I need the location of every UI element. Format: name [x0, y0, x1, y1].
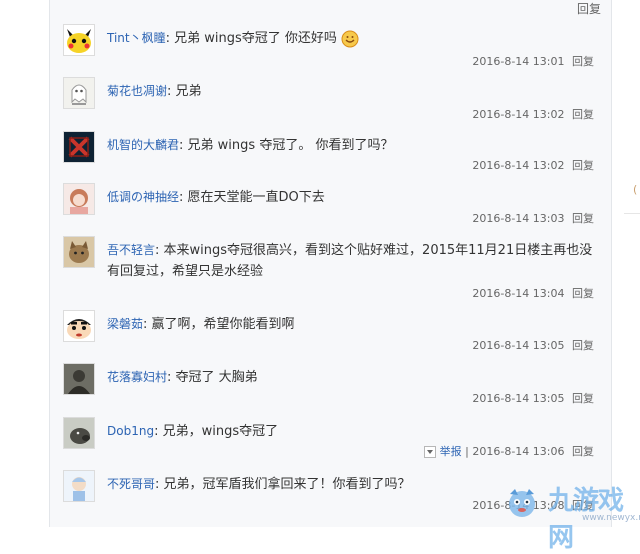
separator: :	[167, 84, 172, 99]
reply-content: Tint丶枫瞳: 兄弟 wings夺冠了 你还好吗	[107, 28, 594, 49]
reply-meta: 2016-8-14 13:02 回复	[472, 157, 594, 173]
reply-item: 低调の神抽经: 愿在天堂能一直DO下去 2016-8-14 13:03 回复	[63, 183, 594, 231]
reply-text: 兄弟	[175, 84, 202, 99]
reply-content: 吾不轻言: 本来wings夺冠很高兴，看到这个贴好难过，2015年11月21日楼…	[107, 240, 594, 282]
reply-text: 兄弟 wings夺冠了 你还好吗	[174, 31, 337, 46]
separator: :	[143, 317, 148, 332]
reply-button[interactable]: 回复	[572, 287, 594, 300]
reply-item: 梁磐茹: 赢了啊，希望你能看到啊 2016-8-14 13:05 回复	[63, 310, 594, 358]
reply-content: 机智的大麟君: 兄弟 wings 夺冠了。 你看到了吗？	[107, 135, 594, 156]
report-link[interactable]: 举报	[440, 445, 462, 458]
separator: :	[165, 31, 170, 46]
smile-emoji-icon	[341, 30, 359, 47]
reply-item: Dob1ng: 兄弟，wings夺冠了 举报 | 2016-8-14 13:06…	[63, 417, 594, 465]
girl-avatar[interactable]	[63, 183, 95, 215]
reply-item: 机智的大麟君: 兄弟 wings 夺冠了。 你看到了吗？ 2016-8-14 1…	[63, 131, 594, 179]
side-divider	[624, 213, 640, 214]
reply-meta: 举报 | 2016-8-14 13:06 回复	[423, 443, 594, 459]
top-reply-link[interactable]: 回复	[577, 0, 601, 17]
watermark-url: www.newyx.net	[582, 513, 640, 523]
reply-text: 兄弟 wings 夺冠了。 你看到了吗？	[187, 138, 394, 153]
timestamp: 2016-8-14 13:01	[472, 55, 565, 68]
reply-meta: 2016-8-14 13:05 回复	[472, 390, 594, 406]
reply-meta: 2016-8-14 13:04 回复	[472, 285, 594, 301]
reply-item: 花落寡妇村: 夺冠了 大胸弟 2016-8-14 13:05 回复	[63, 363, 594, 411]
reply-item: 吾不轻言: 本来wings夺冠很高兴，看到这个贴好难过，2015年11月21日楼…	[63, 236, 594, 301]
man-avatar[interactable]	[63, 363, 95, 395]
reply-button[interactable]: 回复	[572, 159, 594, 172]
username-link[interactable]: Dob1ng	[107, 424, 154, 438]
reply-button[interactable]: 回复	[572, 339, 594, 352]
reply-text: 兄弟，wings夺冠了	[162, 424, 279, 439]
timestamp: 2016-8-14 13:04	[472, 287, 565, 300]
reply-text: 本来wings夺冠很高兴，看到这个贴好难过，2015年11月21日楼主再也没有回…	[107, 243, 593, 279]
reply-text: 愿在天堂能一直DO下去	[187, 190, 325, 205]
username-link[interactable]: 吾不轻言	[107, 243, 155, 257]
timestamp: 2016-8-14 13:02	[472, 108, 565, 121]
dog-avatar[interactable]	[63, 417, 95, 449]
reply-item: 菊花也凋谢: 兄弟 2016-8-14 13:02 回复	[63, 77, 594, 125]
separator: :	[155, 243, 160, 258]
reply-item: Tint丶枫瞳: 兄弟 wings夺冠了 你还好吗 2016-8-14 13:0…	[63, 24, 594, 72]
reply-content: Dob1ng: 兄弟，wings夺冠了	[107, 421, 594, 442]
reply-button[interactable]: 回复	[572, 445, 594, 458]
reply-text: 赢了啊，希望你能看到啊	[151, 317, 295, 332]
username-link[interactable]: 梁磐茹	[107, 317, 143, 331]
reply-content: 花落寡妇村: 夺冠了 大胸弟	[107, 367, 594, 388]
timestamp: 2016-8-14 13:02	[472, 159, 565, 172]
shinchan-avatar[interactable]	[63, 310, 95, 342]
reply-text: 兄弟，冠军盾我们拿回来了！你看到了吗？	[163, 477, 411, 492]
reply-meta: 2016-8-14 13:01 回复	[472, 53, 594, 69]
separator: :	[179, 138, 184, 153]
timestamp: 2016-8-14 13:05	[472, 392, 565, 405]
watermark: 九游戏网 www.newyx.net	[500, 479, 640, 553]
separator: :	[179, 190, 184, 205]
side-mark: (	[633, 183, 638, 196]
reply-meta: 2016-8-14 13:05 回复	[472, 337, 594, 353]
reply-meta: 2016-8-14 13:02 回复	[472, 106, 594, 122]
separator: :	[155, 477, 160, 492]
separator: :	[154, 424, 159, 439]
reply-button[interactable]: 回复	[572, 108, 594, 121]
reply-content: 低调の神抽经: 愿在天堂能一直DO下去	[107, 187, 594, 208]
ghost-avatar[interactable]	[63, 77, 95, 109]
report-dropdown-icon[interactable]	[423, 446, 436, 458]
reply-text: 夺冠了 大胸弟	[175, 370, 258, 385]
username-link[interactable]: 不死哥哥	[107, 477, 155, 491]
reply-button[interactable]: 回复	[572, 55, 594, 68]
anime-avatar[interactable]	[63, 470, 95, 502]
username-link[interactable]: 菊花也凋谢	[107, 84, 167, 98]
reply-button[interactable]: 回复	[572, 212, 594, 225]
username-link[interactable]: 花落寡妇村	[107, 370, 167, 384]
reply-content: 梁磐茹: 赢了啊，希望你能看到啊	[107, 314, 594, 335]
reply-meta: 2016-8-14 13:03 回复	[472, 210, 594, 226]
reply-button[interactable]: 回复	[572, 392, 594, 405]
timestamp: 2016-8-14 13:05	[472, 339, 565, 352]
cat-avatar[interactable]	[63, 236, 95, 268]
mascot-logo-icon	[509, 489, 535, 517]
username-link[interactable]: 机智的大麟君	[107, 138, 179, 152]
pikachu-avatar[interactable]	[63, 24, 95, 56]
timestamp: 2016-8-14 13:06	[472, 445, 565, 458]
separator: :	[167, 370, 172, 385]
reply-content: 菊花也凋谢: 兄弟	[107, 81, 594, 102]
username-link[interactable]: 低调の神抽经	[107, 190, 179, 204]
dota-avatar[interactable]	[63, 131, 95, 163]
username-link[interactable]: Tint丶枫瞳	[107, 31, 166, 45]
timestamp: 2016-8-14 13:03	[472, 212, 565, 225]
